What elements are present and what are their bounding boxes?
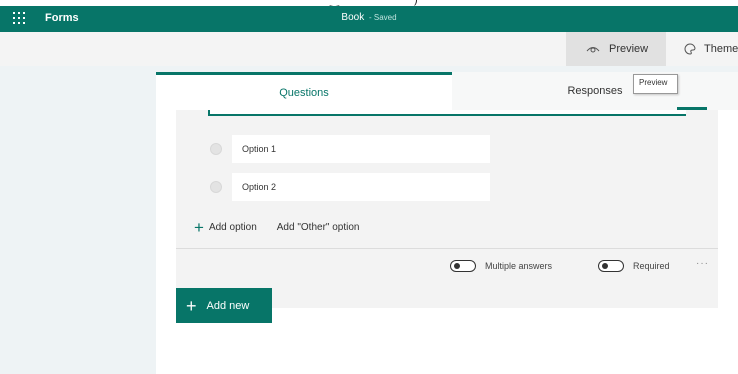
command-bar: Preview Theme — [0, 32, 738, 66]
option-row-1: Option 1 — [210, 135, 490, 163]
palette-icon — [684, 43, 696, 55]
multiple-answers-toggle-group: Multiple answers — [450, 260, 552, 272]
form-canvas: Questions Responses Preview Option 1 Opt… — [0, 66, 738, 374]
option-row-2: Option 2 — [210, 173, 490, 201]
required-toggle-group: Required — [598, 260, 670, 272]
option-input-2[interactable]: Option 2 — [232, 173, 490, 201]
document-title[interactable]: Book - Saved — [0, 12, 738, 23]
eye-icon — [586, 47, 600, 53]
question-title-field-edge[interactable] — [208, 110, 686, 116]
required-toggle[interactable] — [598, 260, 624, 272]
app-header: Forms Book - Saved — [0, 6, 738, 32]
question-block[interactable]: Option 1 Option 2 + Add option Add "Othe… — [176, 110, 718, 308]
plus-icon: + — [186, 295, 197, 316]
radio-button[interactable] — [210, 143, 222, 155]
option-input-1[interactable]: Option 1 — [232, 135, 490, 163]
multiple-answers-label: Multiple answers — [485, 261, 553, 271]
tab-questions-label: Questions — [279, 86, 329, 99]
more-options-icon[interactable]: ··· — [696, 258, 709, 269]
multiple-answers-toggle[interactable] — [450, 260, 476, 272]
tab-bar: Questions Responses Preview — [156, 72, 738, 110]
form-card: Questions Responses Preview Option 1 Opt… — [156, 72, 738, 374]
add-new-label: Add new — [206, 299, 250, 312]
tab-questions[interactable]: Questions — [156, 72, 452, 110]
add-option-row: + Add option Add "Other" option — [194, 219, 359, 236]
required-label: Required — [633, 261, 670, 271]
preview-label: Preview — [609, 43, 649, 55]
add-option-link[interactable]: Add option — [209, 222, 257, 233]
document-title-text: Book — [341, 12, 365, 23]
plus-icon[interactable]: + — [194, 219, 204, 236]
add-other-option-link[interactable]: Add "Other" option — [277, 222, 360, 233]
preview-button[interactable]: Preview — [566, 32, 666, 66]
question-footer: Multiple answers Required ··· — [176, 249, 718, 286]
radio-button[interactable] — [210, 181, 222, 193]
saved-status: - Saved — [369, 13, 397, 22]
preview-tooltip: Preview — [633, 74, 678, 94]
tab-responses-label: Responses — [567, 85, 623, 97]
theme-button[interactable]: Theme — [668, 32, 738, 66]
theme-label: Theme — [704, 43, 738, 55]
add-new-button[interactable]: + Add new — [176, 288, 272, 323]
tab-responses[interactable]: Responses — [452, 72, 738, 110]
